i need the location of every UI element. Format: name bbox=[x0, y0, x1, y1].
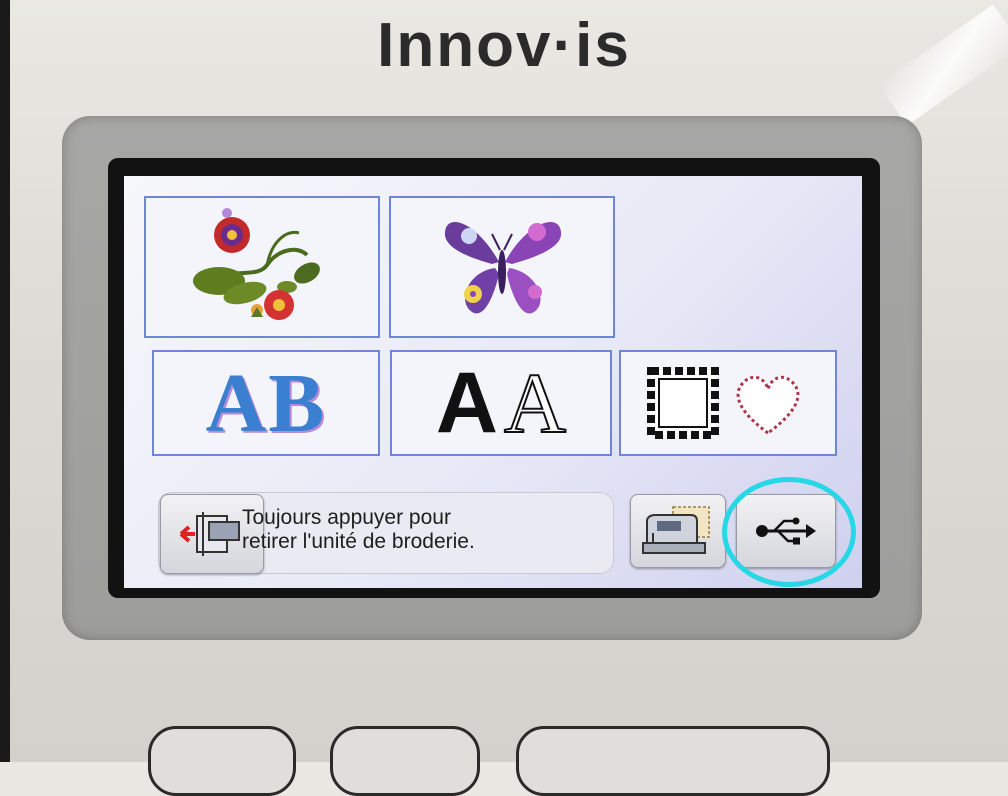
status-message: Toujours appuyer pour retirer l'unité de… bbox=[242, 506, 612, 554]
butterfly-embroidery-icon bbox=[444, 222, 562, 314]
bold-letter: A bbox=[435, 354, 498, 451]
usb-highlight-ring bbox=[722, 477, 856, 587]
butterfly-pattern-tile[interactable] bbox=[389, 196, 615, 338]
physical-button-1[interactable] bbox=[148, 726, 296, 796]
status-line-1: Toujours appuyer pour bbox=[242, 506, 451, 529]
frame-pattern-icon bbox=[647, 367, 800, 439]
brand-logo: Innov·is bbox=[377, 11, 631, 80]
embroidery-unit-remove-icon bbox=[179, 512, 240, 556]
sewing-machine-icon bbox=[642, 506, 710, 554]
frame-pattern-tile[interactable] bbox=[619, 350, 837, 456]
physical-button-2[interactable] bbox=[330, 726, 480, 796]
decorative-alphabet-icon: AB bbox=[205, 356, 327, 450]
floral-embroidery-icon bbox=[193, 207, 320, 320]
sewing-mode-button[interactable] bbox=[630, 494, 726, 568]
outline-letter: A bbox=[503, 354, 567, 452]
floral-pattern-tile[interactable] bbox=[144, 196, 380, 338]
decorative-alphabet-tile[interactable]: AB bbox=[152, 350, 380, 456]
left-edge bbox=[0, 0, 10, 762]
character-font-tile[interactable]: A A bbox=[390, 350, 612, 456]
physical-button-3[interactable] bbox=[516, 726, 830, 796]
status-line-2: retirer l'unité de broderie. bbox=[242, 530, 475, 553]
